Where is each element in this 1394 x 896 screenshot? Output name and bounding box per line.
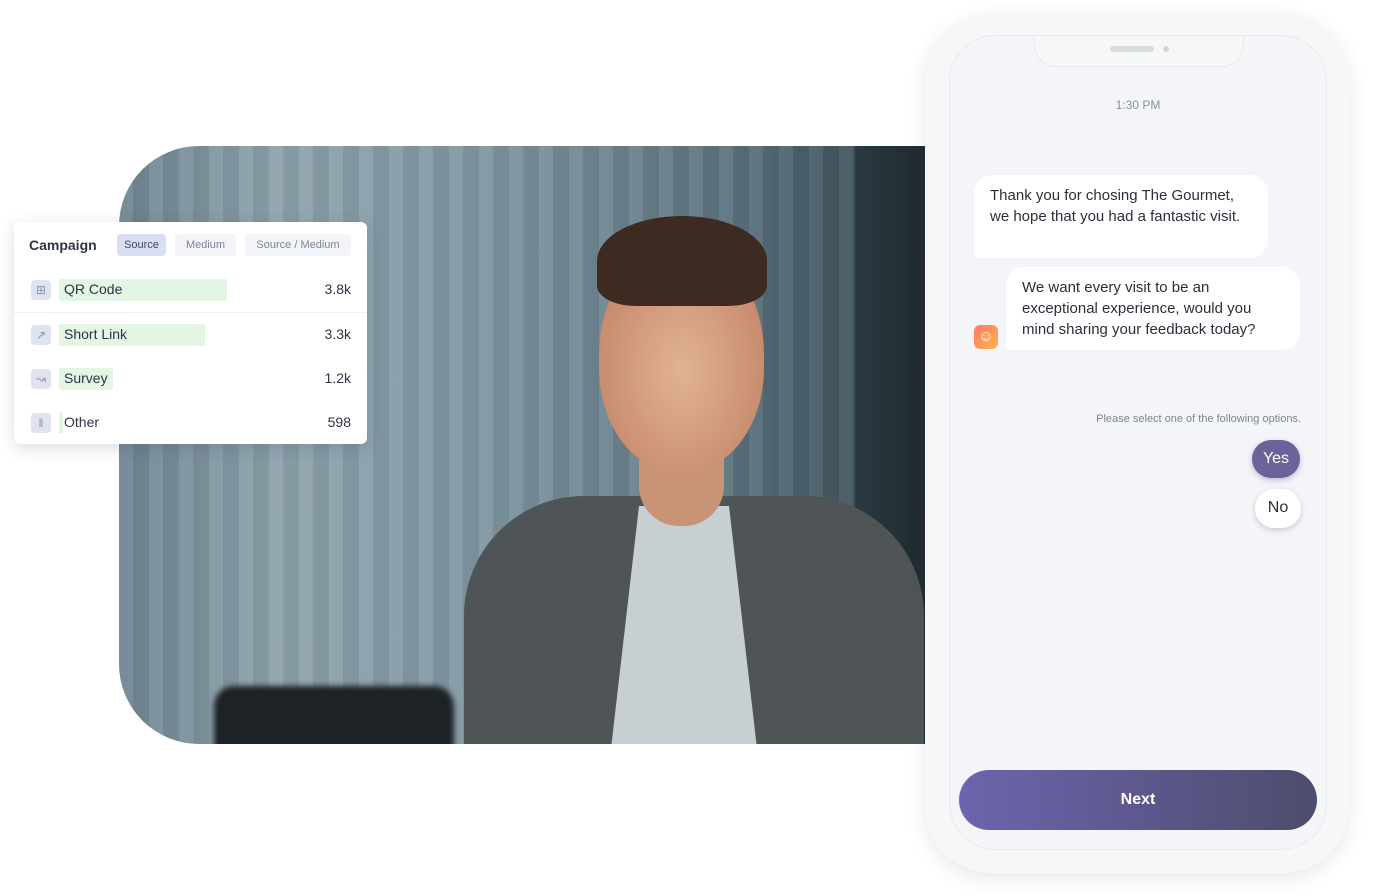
campaign-card: Campaign Source Medium Source / Medium ⊞… [14, 222, 367, 444]
campaign-row-qr-code: ⊞ QR Code 3.8k [14, 268, 367, 312]
campaign-row-other: ‖ Other 598 [14, 401, 367, 445]
row-value: 598 [327, 414, 351, 430]
qr-code-icon: ⊞ [31, 280, 51, 300]
chat-message: Thank you for chosing The Gourmet, we ho… [974, 175, 1268, 258]
speaker-grille [1110, 46, 1154, 52]
other-icon: ‖ [31, 413, 51, 433]
phone-frame: 1:30 PM Thank you for chosing The Gourme… [925, 13, 1349, 873]
smiley-avatar-icon: ☺ [974, 325, 998, 349]
row-label: Survey [64, 370, 108, 386]
row-label: Short Link [64, 326, 128, 342]
row-label: QR Code [64, 281, 123, 297]
row-share-bar [59, 412, 63, 434]
phone-notch [1034, 36, 1244, 67]
link-chart-icon: ↗ [31, 325, 51, 345]
options-prompt: Please select one of the following optio… [1096, 413, 1301, 425]
tab-source[interactable]: Source [117, 234, 166, 256]
person-hair [597, 216, 767, 306]
row-label: Other [64, 414, 100, 430]
row-value: 3.8k [324, 281, 351, 297]
next-button[interactable]: Next [959, 770, 1317, 830]
row-value: 1.2k [324, 370, 351, 386]
photo-chair [214, 686, 454, 744]
tab-medium[interactable]: Medium [175, 234, 236, 256]
status-time: 1:30 PM [1115, 98, 1161, 112]
chat-message: We want every visit to be an exceptional… [1006, 267, 1300, 350]
campaign-title: Campaign [29, 237, 97, 253]
campaign-card-header: Campaign Source Medium Source / Medium [14, 222, 367, 268]
phone-screen: 1:30 PM Thank you for chosing The Gourme… [949, 35, 1327, 850]
survey-chart-icon: ↝ [31, 369, 51, 389]
campaign-row-survey: ↝ Survey 1.2k [14, 357, 367, 401]
front-camera [1163, 46, 1169, 52]
campaign-row-short-link: ↗ Short Link 3.3k [14, 313, 367, 357]
tab-source-medium[interactable]: Source / Medium [245, 234, 351, 256]
option-no-button[interactable]: No [1255, 489, 1301, 528]
row-value: 3.3k [324, 326, 351, 342]
option-yes-button[interactable]: Yes [1252, 440, 1300, 478]
